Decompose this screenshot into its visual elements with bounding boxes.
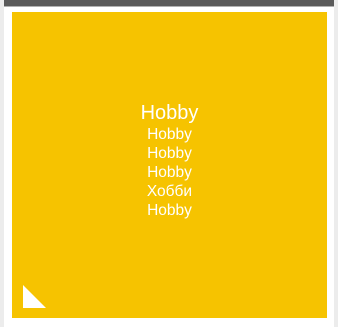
hobby-tile[interactable]: Hobby Hobby Hobby Hobby Хобби Hobby: [12, 12, 327, 318]
tile-translation: Hobby: [147, 145, 192, 162]
tile-title: Hobby: [140, 102, 199, 124]
left-edge: [0, 0, 4, 327]
right-edge: [334, 0, 338, 327]
tile-translation: Hobby: [147, 164, 192, 181]
tile-translation: Hobby: [147, 202, 192, 219]
tile-translation: Hobby: [147, 126, 192, 143]
top-edge-line: [0, 6, 338, 7]
corner-triangle-icon: [23, 285, 46, 308]
tile-translation: Хобби: [146, 183, 193, 200]
page: Hobby Hobby Hobby Hobby Хобби Hobby: [0, 0, 338, 327]
tile-text-group: Hobby Hobby Hobby Hobby Хобби Hobby: [12, 102, 327, 220]
